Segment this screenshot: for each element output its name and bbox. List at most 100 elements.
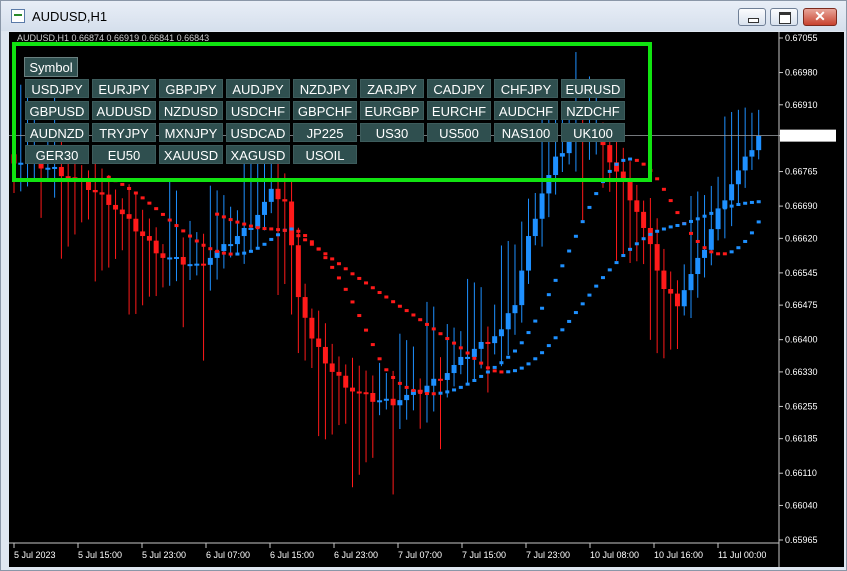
moving-average-slow-segment: [235, 220, 240, 224]
symbol-button-chfjpy[interactable]: CHFJPY: [494, 79, 558, 98]
symbol-button-zarjpy[interactable]: ZARJPY: [360, 79, 424, 98]
moving-average-slow-segment: [282, 228, 287, 232]
mt4-chart-window: AUDUSD,H1 ✕ 0.67055 0.66980 0.66910 0.66765…: [0, 0, 847, 571]
symbol-button-xagusd[interactable]: XAGUSD: [226, 145, 290, 164]
symbol-button-audchf[interactable]: AUDCHF: [494, 101, 558, 120]
symbol-button-us30[interactable]: US30: [360, 123, 424, 142]
symbol-button-eurusd[interactable]: EURUSD: [561, 79, 625, 98]
moving-average-slow-segment: [512, 369, 517, 373]
moving-average-slow-segment: [343, 267, 348, 271]
symbol-tab[interactable]: Symbol: [24, 57, 78, 77]
symbol-button-xauusd[interactable]: XAUUSD: [159, 145, 223, 164]
moving-average-slow-segment: [452, 341, 457, 345]
moving-average-slow-segment: [580, 302, 585, 306]
moving-average-fast-segment: [736, 246, 741, 250]
symbol-button-gbpjpy[interactable]: GBPJPY: [159, 79, 223, 98]
window-title: AUDUSD,H1: [32, 9, 108, 24]
moving-average-slow-segment: [553, 336, 558, 340]
moving-average-fast-segment: [228, 252, 233, 256]
moving-average-fast-segment: [506, 355, 511, 359]
moving-average-slow-segment: [736, 202, 741, 206]
chart-window-icon: [11, 9, 25, 23]
moving-average-fast-segment: [668, 199, 673, 203]
bearish-candle: [641, 211, 647, 228]
bearish-candle: [350, 387, 355, 392]
symbol-button-eu50[interactable]: EU50: [92, 145, 156, 164]
symbol-button-tryjpy[interactable]: TRYJPY: [92, 123, 156, 142]
bearish-candle: [92, 189, 98, 193]
symbol-button-jp225[interactable]: JP225: [293, 123, 357, 142]
symbol-button-eurchf[interactable]: EURCHF: [427, 101, 491, 120]
symbol-button-gbpchf[interactable]: GBPCHF: [293, 101, 357, 120]
minimize-button[interactable]: [738, 8, 766, 26]
moving-average-fast-segment: [756, 220, 761, 224]
moving-average-fast-segment: [296, 229, 301, 233]
moving-average-slow-segment: [424, 322, 429, 326]
symbol-panel: Symbol USDJPY EURJPY GBPJPY AUDJPY NZDJPY ZAR…: [12, 42, 652, 182]
moving-average-fast-segment: [167, 218, 172, 222]
moving-average-slow-segment: [336, 262, 341, 266]
symbol-button-cadjpy[interactable]: CADJPY: [427, 79, 491, 98]
price-label: 0.66620: [785, 233, 818, 243]
moving-average-slow-segment: [431, 327, 436, 331]
bearish-candle: [356, 391, 362, 394]
moving-average-fast-segment: [208, 247, 213, 251]
symbol-button-usdjpy[interactable]: USDJPY: [25, 79, 89, 98]
symbol-button-audnzd[interactable]: AUDNZD: [25, 123, 89, 142]
symbol-button-uk100[interactable]: UK100: [561, 123, 625, 142]
price-chart[interactable]: 0.67055 0.66980 0.66910 0.66765 0.66690 0.666…: [9, 32, 844, 567]
moving-average-slow-segment: [716, 208, 721, 212]
symbol-button-nzdusd[interactable]: NZDUSD: [159, 101, 223, 120]
symbol-button-usdcad[interactable]: USDCAD: [226, 123, 290, 142]
title-bar[interactable]: AUDUSD,H1 ✕: [1, 1, 846, 31]
moving-average-slow-segment: [242, 222, 247, 226]
moving-average-slow-segment: [567, 319, 572, 323]
symbol-button-nzdchf[interactable]: NZDCHF: [561, 101, 625, 120]
moving-average-slow-segment: [492, 369, 497, 373]
close-button[interactable]: ✕: [803, 8, 837, 26]
moving-average-slow-segment: [546, 344, 551, 348]
moving-average-slow-segment: [533, 357, 538, 361]
bearish-candle: [322, 346, 328, 364]
symbol-button-nas100[interactable]: NAS100: [494, 123, 558, 142]
symbol-button-eurjpy[interactable]: EURJPY: [92, 79, 156, 98]
symbol-button-eurgbp[interactable]: EURGBP: [360, 101, 424, 120]
moving-average-slow-segment: [248, 224, 253, 228]
bearish-candle: [438, 378, 444, 381]
bullish-candle: [756, 135, 762, 151]
moving-average-fast-segment: [384, 368, 389, 372]
symbol-button-mxnjpy[interactable]: MXNJPY: [159, 123, 223, 142]
moving-average-fast-segment: [289, 227, 294, 231]
moving-average-slow-segment: [445, 337, 450, 341]
time-label: 10 Jul 16:00: [654, 550, 703, 560]
symbol-button-usdchf[interactable]: USDCHF: [226, 101, 290, 120]
symbol-button-gbpusd[interactable]: GBPUSD: [25, 101, 89, 120]
moving-average-fast-segment: [343, 287, 348, 291]
moving-average-fast-segment: [188, 234, 193, 238]
maximize-icon: [779, 12, 791, 24]
price-label: 0.66980: [785, 68, 818, 78]
symbol-button-ger30[interactable]: GER30: [25, 145, 89, 164]
bearish-candle: [336, 371, 342, 376]
moving-average-slow-segment: [648, 232, 653, 236]
moving-average-slow-segment: [709, 211, 714, 215]
maximize-button[interactable]: [770, 8, 798, 26]
moving-average-slow-segment: [391, 300, 396, 304]
symbol-button-usoil[interactable]: USOIL: [293, 145, 357, 164]
moving-average-slow-segment: [655, 229, 660, 233]
moving-average-fast-segment: [431, 392, 436, 396]
symbol-button-audjpy[interactable]: AUDJPY: [226, 79, 290, 98]
moving-average-fast-segment: [472, 378, 477, 382]
moving-average-fast-segment: [675, 211, 680, 215]
moving-average-slow-segment: [357, 276, 362, 280]
moving-average-slow-segment: [228, 218, 233, 222]
symbol-button-audusd[interactable]: AUDUSD: [92, 101, 156, 120]
symbol-button-nzdjpy[interactable]: NZDJPY: [293, 79, 357, 98]
moving-average-slow-segment: [499, 370, 504, 374]
bullish-candle: [688, 274, 694, 291]
moving-average-slow-segment: [364, 281, 369, 285]
symbol-button-us500[interactable]: US500: [427, 123, 491, 142]
bullish-candle: [194, 263, 200, 266]
moving-average-fast-segment: [716, 252, 721, 256]
price-label: 0.66110: [785, 468, 817, 478]
